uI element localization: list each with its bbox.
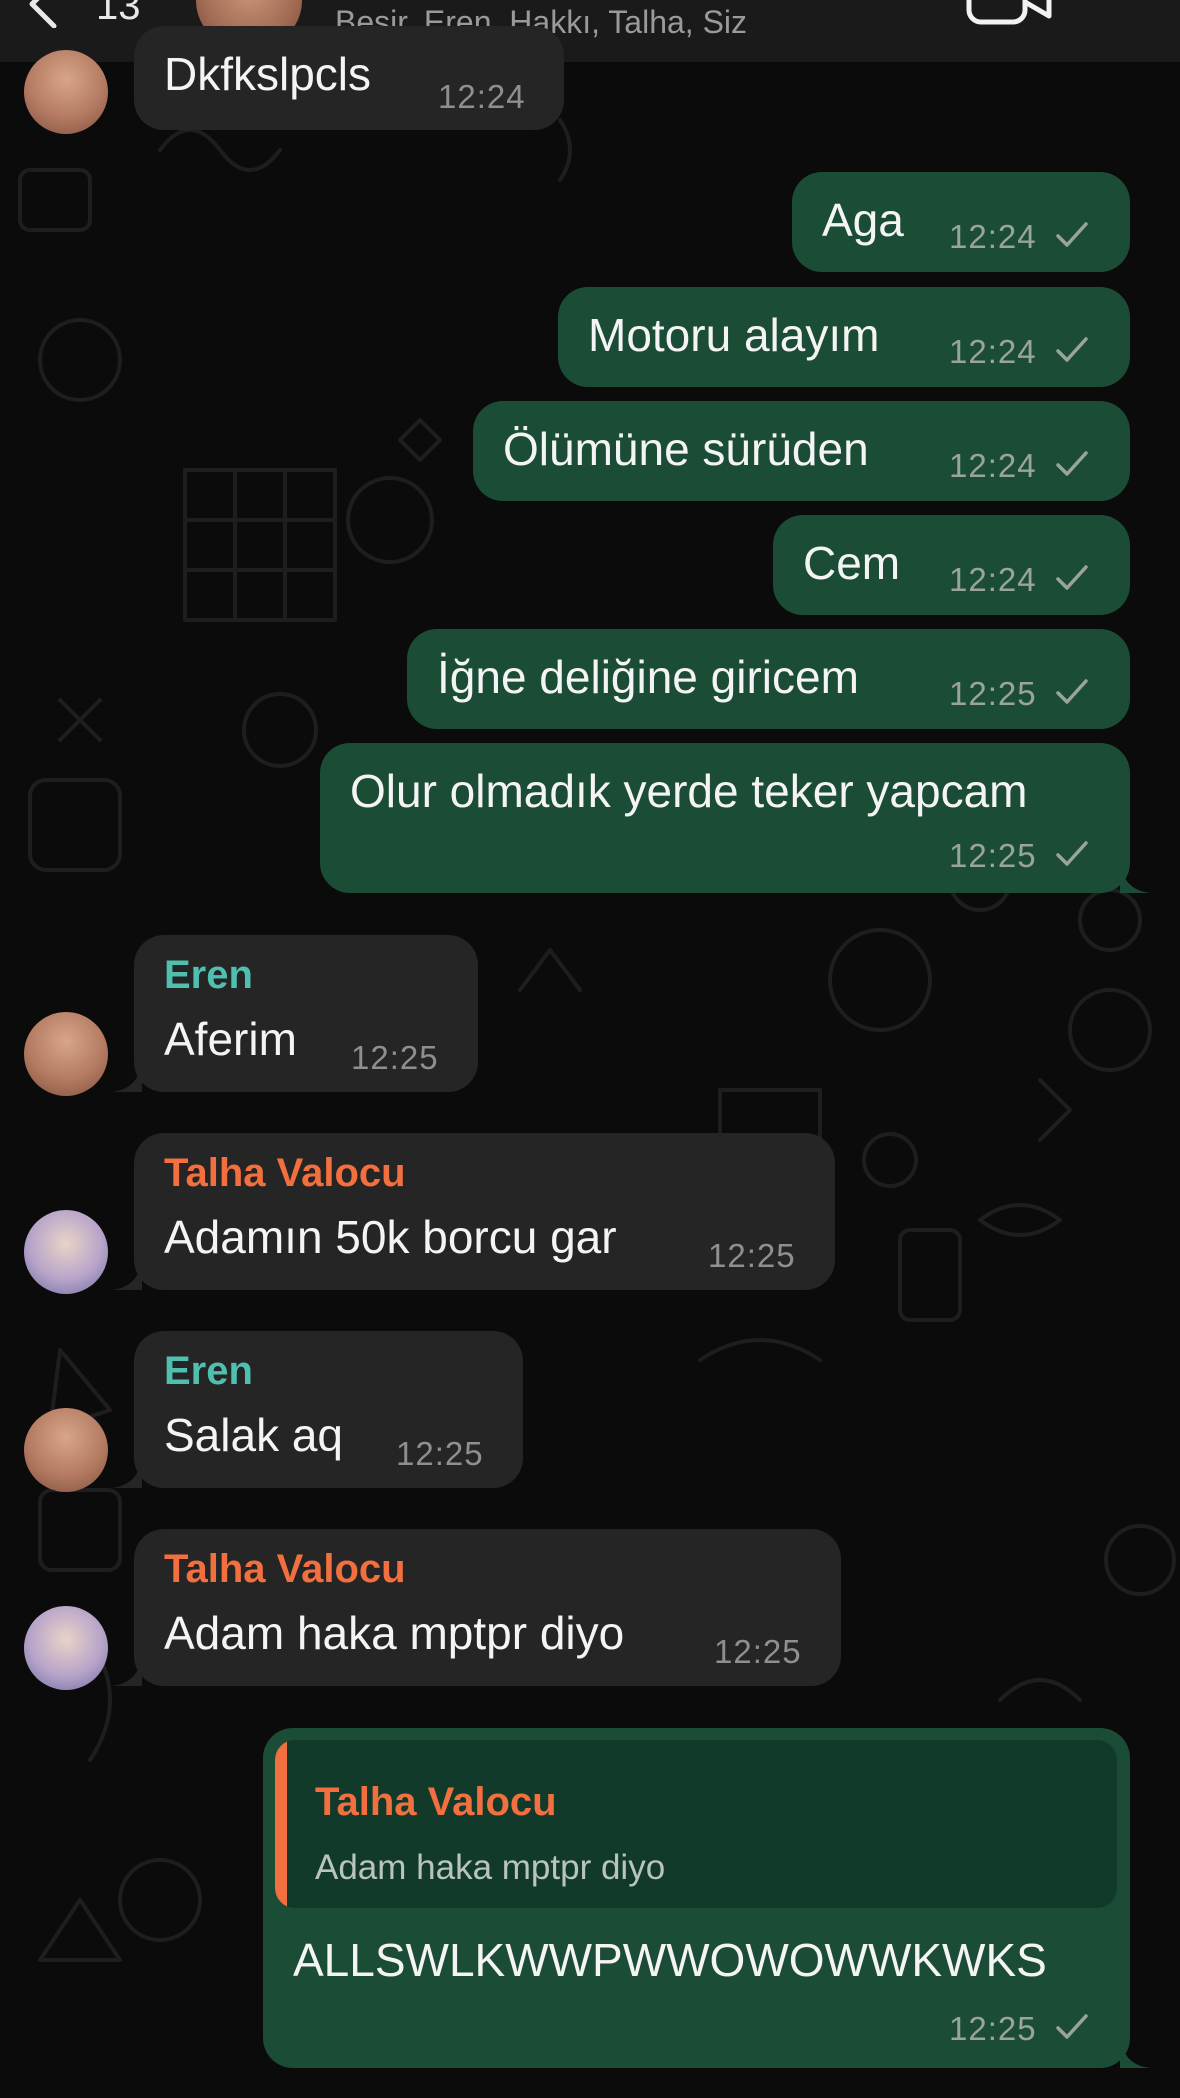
message-text: Salak aq bbox=[164, 1409, 344, 1461]
avatar[interactable] bbox=[24, 1012, 108, 1096]
quoted-message[interactable]: Talha Valocu Adam haka mptpr diyo bbox=[275, 1740, 1117, 1908]
read-check-icon bbox=[1056, 337, 1088, 362]
read-check-icon bbox=[1056, 2014, 1088, 2039]
message-text: Adamın 50k borcu gar bbox=[164, 1211, 617, 1263]
outgoing-message[interactable]: Aga 12:24 bbox=[792, 172, 1130, 272]
incoming-message[interactable]: Eren Aferim 12:25 bbox=[134, 935, 478, 1092]
sender-name[interactable]: Talha Valocu bbox=[164, 1547, 406, 1592]
message-time: 12:25 bbox=[714, 1633, 802, 1670]
outgoing-message[interactable]: Motoru alayım 12:24 bbox=[558, 287, 1130, 387]
bubble-tail bbox=[1120, 865, 1150, 893]
message-text: İğne deliğine giricem bbox=[437, 651, 859, 703]
outgoing-message[interactable]: İğne deliğine giricem 12:25 bbox=[407, 629, 1130, 729]
incoming-message[interactable]: Dkfkslpcls 12:24 bbox=[134, 26, 564, 130]
read-check-icon bbox=[1056, 841, 1088, 866]
outgoing-message[interactable]: Olur olmadık yerde teker yapcam 12:25 bbox=[320, 743, 1130, 893]
bubble-tail bbox=[112, 1064, 142, 1092]
message-time: 12:24 bbox=[949, 333, 1037, 370]
unread-count[interactable]: 13 bbox=[96, 0, 141, 29]
message-text: Aferim bbox=[164, 1013, 297, 1065]
outgoing-message[interactable]: Ölümüne sürüden 12:24 bbox=[473, 401, 1130, 501]
quoted-text: Adam haka mptpr diyo bbox=[315, 1848, 666, 1887]
message-text: Motoru alayım bbox=[588, 309, 880, 361]
message-time: 12:24 bbox=[438, 78, 526, 115]
quote-accent-bar bbox=[275, 1740, 287, 1908]
bubble-tail bbox=[112, 1262, 142, 1290]
message-time: 12:25 bbox=[949, 837, 1037, 874]
message-time: 12:25 bbox=[351, 1039, 439, 1076]
incoming-message[interactable]: Eren Salak aq 12:25 bbox=[134, 1331, 523, 1488]
quoted-sender: Talha Valocu bbox=[315, 1780, 557, 1824]
message-time: 12:24 bbox=[949, 218, 1037, 255]
sender-name[interactable]: Talha Valocu bbox=[164, 1151, 406, 1196]
avatar[interactable] bbox=[24, 1408, 108, 1492]
read-check-icon bbox=[1056, 679, 1088, 704]
bubble-tail bbox=[112, 1658, 142, 1686]
incoming-message[interactable]: Talha Valocu Adam haka mptpr diyo 12:25 bbox=[134, 1529, 841, 1686]
message-text: Ölümüne sürüden bbox=[503, 423, 869, 475]
sender-name[interactable]: Eren bbox=[164, 1349, 253, 1394]
message-time: 12:24 bbox=[949, 561, 1037, 598]
avatar[interactable] bbox=[24, 1210, 108, 1294]
message-text: Cem bbox=[803, 537, 901, 589]
outgoing-reply-message[interactable]: Talha Valocu Adam haka mptpr diyo ALLSWL… bbox=[263, 1728, 1130, 2068]
avatar[interactable] bbox=[24, 1606, 108, 1690]
message-time: 12:25 bbox=[949, 675, 1037, 712]
message-text: Adam haka mptpr diyo bbox=[164, 1607, 625, 1659]
message-text: ALLSWLKWWPWWOWOWWKWKS bbox=[293, 1934, 1047, 1986]
bubble-tail bbox=[1120, 2040, 1150, 2068]
incoming-message[interactable]: Talha Valocu Adamın 50k borcu gar 12:25 bbox=[134, 1133, 835, 1290]
message-text: Olur olmadık yerde teker yapcam bbox=[350, 765, 1028, 817]
message-text: Aga bbox=[822, 194, 904, 246]
video-call-icon[interactable] bbox=[965, 0, 1055, 26]
read-check-icon bbox=[1056, 451, 1088, 476]
message-text: Dkfkslpcls bbox=[164, 48, 372, 100]
message-time: 12:24 bbox=[949, 447, 1037, 484]
sender-name[interactable]: Eren bbox=[164, 953, 253, 998]
avatar[interactable] bbox=[24, 50, 108, 134]
bubble-tail bbox=[112, 1460, 142, 1488]
outgoing-message[interactable]: Cem 12:24 bbox=[773, 515, 1130, 615]
message-time: 12:25 bbox=[708, 1237, 796, 1274]
message-time: 12:25 bbox=[949, 2010, 1037, 2047]
read-check-icon bbox=[1056, 222, 1088, 247]
back-chevron-icon[interactable] bbox=[18, 0, 68, 28]
message-time: 12:25 bbox=[396, 1435, 484, 1472]
read-check-icon bbox=[1056, 565, 1088, 590]
